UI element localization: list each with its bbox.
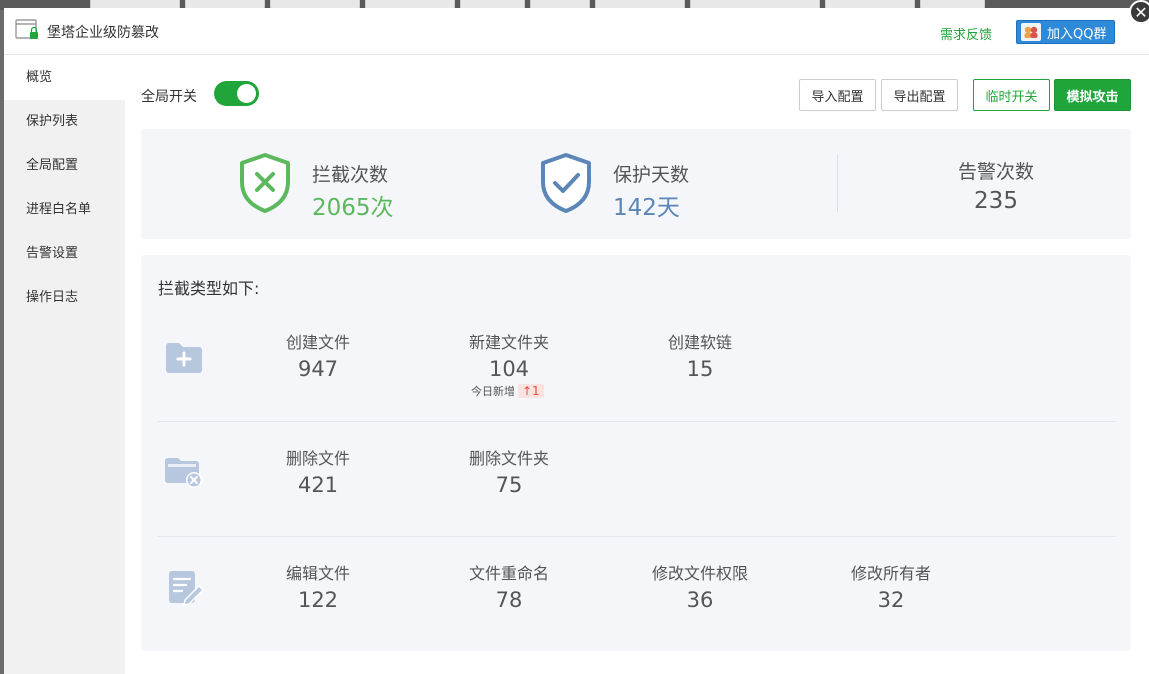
metric-value: 75 — [495, 473, 523, 497]
metric-label: 文件重命名 — [468, 564, 549, 583]
metric-value: 122 — [297, 588, 339, 612]
stats-divider — [837, 154, 838, 212]
global-switch-label: 全局开关 — [141, 89, 197, 105]
toggle-knob — [237, 84, 256, 103]
today-new-indicator: 今日新增 ↑1 — [471, 383, 544, 399]
folder-add-icon — [166, 343, 202, 373]
feedback-link[interactable]: 需求反馈 — [940, 24, 992, 43]
metric-value: 78 — [495, 588, 523, 612]
today-new-label: 今日新增 — [471, 385, 515, 398]
sidebar: 概览 保护列表 全局配置 进程白名单 告警设置 操作日志 — [4, 56, 125, 674]
row-divider — [158, 536, 1116, 537]
metric-create-file: 创建文件 947 — [248, 329, 388, 381]
temporary-switch-button[interactable]: 临时开关 — [973, 79, 1050, 111]
export-config-button[interactable]: 导出配置 — [881, 79, 958, 111]
metric-change-permission: 修改文件权限 36 — [630, 560, 770, 612]
sidebar-item-overview[interactable]: 概览 — [4, 56, 125, 100]
metric-value: 36 — [686, 588, 714, 612]
folder-delete-icon — [165, 458, 202, 488]
today-new-badge: ↑1 — [518, 384, 544, 398]
metric-create-symlink: 创建软链 15 — [630, 329, 770, 381]
metric-new-folder: 新建文件夹 104 — [439, 329, 579, 381]
join-qq-group-label: 加入QQ群 — [1047, 26, 1107, 42]
metric-label: 新建文件夹 — [468, 333, 549, 352]
metric-label: 修改文件权限 — [651, 564, 748, 583]
intercept-count-label: 拦截次数 — [312, 164, 389, 186]
intercept-count-value: 2065次 — [312, 195, 394, 221]
metric-change-owner: 修改所有者 32 — [821, 560, 961, 612]
window-title: 堡塔企业级防篡改 — [47, 25, 159, 41]
metric-value: 32 — [877, 588, 905, 612]
simulate-attack-button[interactable]: 模拟攻击 — [1054, 79, 1131, 111]
intercept-types-panel: 拦截类型如下: 创建文件 947 新建文件夹 104 今日新增 ↑1 创建软链 1… — [141, 255, 1131, 651]
close-window-button[interactable]: ✕ — [1129, 0, 1149, 24]
metric-value: 15 — [686, 357, 714, 381]
protection-days-label: 保护天数 — [613, 164, 690, 186]
metric-label: 编辑文件 — [285, 564, 350, 583]
metric-value: 104 — [488, 357, 530, 381]
global-switch-toggle[interactable] — [214, 81, 259, 106]
title-bar: 堡塔企业级防篡改 需求反馈 加入QQ群 — [4, 8, 1149, 55]
import-config-button[interactable]: 导入配置 — [799, 79, 876, 111]
metric-label: 修改所有者 — [850, 564, 931, 583]
metric-label: 创建文件 — [285, 333, 350, 352]
stats-panel: 拦截次数 2065次 保护天数 142天 告警次数 235 — [141, 129, 1131, 239]
join-qq-group-button[interactable]: 加入QQ群 — [1016, 20, 1115, 44]
metric-label: 删除文件夹 — [468, 449, 549, 468]
shield-check-icon — [541, 153, 591, 213]
sidebar-item-operation-log[interactable]: 操作日志 — [4, 276, 125, 320]
alert-count-value: 235 — [974, 188, 1018, 214]
protection-days-value: 142天 — [613, 195, 680, 221]
file-edit-icon — [169, 571, 205, 606]
alert-count-label: 告警次数 — [957, 161, 1034, 183]
metric-rename-file: 文件重命名 78 — [439, 560, 579, 612]
metric-label: 创建软链 — [667, 333, 732, 352]
overview-content: 全局开关 导入配置 导出配置 临时开关 模拟攻击 拦截次数 2065次 保护天数 — [125, 56, 1149, 674]
metric-label: 删除文件 — [285, 449, 350, 468]
plugin-window: 堡塔企业级防篡改 需求反馈 加入QQ群 概览 保护列表 全局配置 进程白名单 告… — [4, 0, 1149, 674]
alert-count-stat: 告警次数 235 — [921, 157, 1071, 214]
row-divider — [158, 421, 1116, 422]
sidebar-item-global-config[interactable]: 全局配置 — [4, 144, 125, 188]
metric-edit-file: 编辑文件 122 — [248, 560, 388, 612]
sidebar-item-protection-list[interactable]: 保护列表 — [4, 100, 125, 144]
sidebar-item-alert-settings[interactable]: 告警设置 — [4, 232, 125, 276]
intercept-types-title: 拦截类型如下: — [158, 279, 260, 298]
app-window-lock-icon — [15, 19, 38, 39]
shield-x-icon — [240, 153, 290, 213]
metric-delete-file: 删除文件 421 — [248, 445, 388, 497]
qq-group-icon — [1021, 23, 1041, 41]
metric-value: 947 — [297, 357, 339, 381]
sidebar-item-process-whitelist[interactable]: 进程白名单 — [4, 188, 125, 232]
metric-value: 421 — [297, 473, 339, 497]
metric-delete-folder: 删除文件夹 75 — [439, 445, 579, 497]
